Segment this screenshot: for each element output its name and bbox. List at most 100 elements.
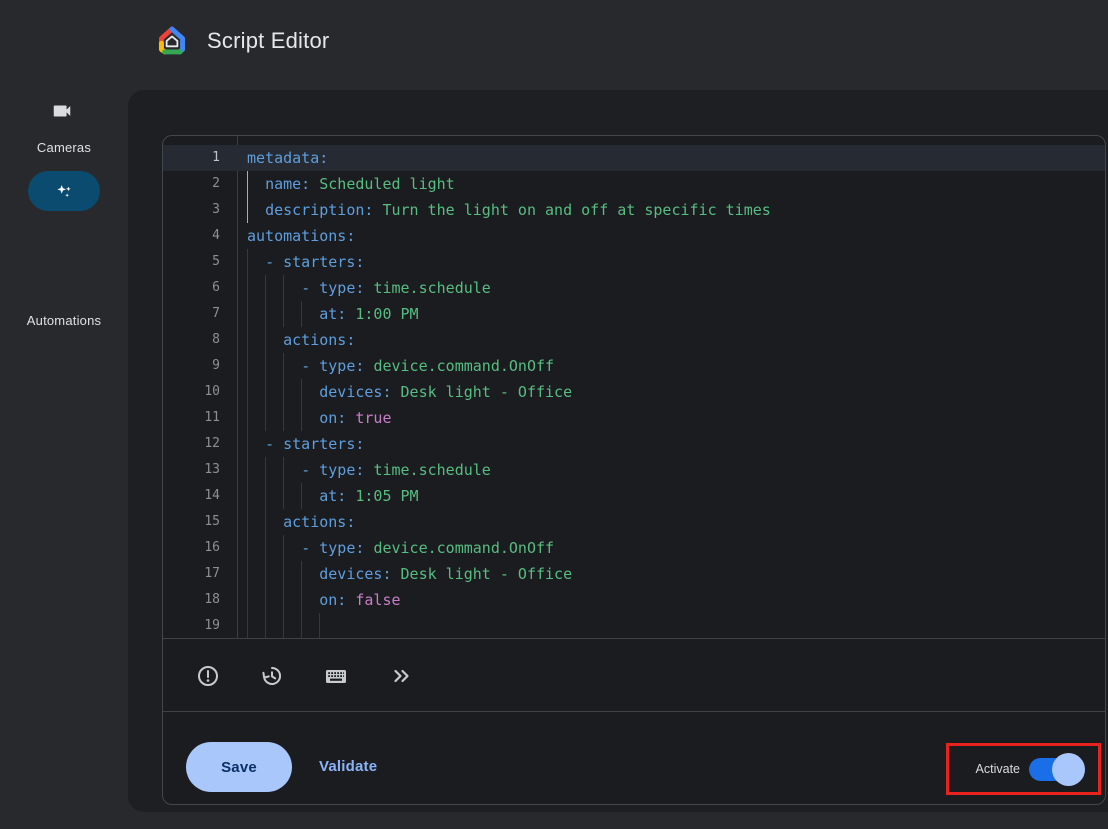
line-number: 14 (163, 483, 237, 509)
indent-guide (265, 587, 266, 613)
code-text: metadata: (237, 145, 1105, 171)
history-icon[interactable] (258, 663, 284, 689)
indent-guide (301, 301, 302, 327)
indent-guide (301, 561, 302, 587)
code-text: automations: (237, 223, 1105, 249)
app-header: Script Editor (0, 0, 1108, 82)
code-text: on: true (237, 405, 1105, 431)
indent-guide (283, 457, 284, 483)
line-number: 17 (163, 561, 237, 587)
code-row[interactable]: 18 on: false (163, 587, 1105, 613)
keyboard-icon[interactable] (323, 663, 349, 689)
editor-footer: Save Validate Activate (163, 711, 1105, 805)
code-text: devices: Desk light - Office (237, 561, 1105, 587)
indent-guide (265, 457, 266, 483)
code-row[interactable]: 17 devices: Desk light - Office (163, 561, 1105, 587)
code-row[interactable]: 6 - type: time.schedule (163, 275, 1105, 301)
activate-toggle[interactable] (1029, 753, 1085, 786)
indent-guide (247, 171, 248, 197)
more-chevrons-icon[interactable] (388, 663, 414, 689)
line-number: 12 (163, 431, 237, 457)
indent-guide (283, 483, 284, 509)
indent-guide (247, 249, 248, 275)
indent-guide (283, 535, 284, 561)
code-text: on: false (237, 587, 1105, 613)
indent-guide (283, 587, 284, 613)
code-text: - starters: (237, 249, 1105, 275)
line-number: 13 (163, 457, 237, 483)
code-text (237, 613, 1105, 638)
indent-guide (283, 613, 284, 638)
code-row[interactable]: 19 (163, 613, 1105, 638)
code-text: actions: (237, 327, 1105, 353)
line-number: 10 (163, 379, 237, 405)
code-text: - type: device.command.OnOff (237, 535, 1105, 561)
code-row[interactable]: 12 - starters: (163, 431, 1105, 457)
code-text: - type: time.schedule (237, 457, 1105, 483)
indent-guide (247, 457, 248, 483)
code-row[interactable]: 13 - type: time.schedule (163, 457, 1105, 483)
indent-guide (247, 483, 248, 509)
code-row[interactable]: 1metadata: (163, 145, 1105, 171)
code-text: at: 1:05 PM (237, 483, 1105, 509)
indent-guide (265, 301, 266, 327)
code-row[interactable]: 11 on: true (163, 405, 1105, 431)
selected-pill (28, 171, 100, 211)
indent-guide (247, 327, 248, 353)
indent-guide (247, 509, 248, 535)
code-row[interactable]: 8 actions: (163, 327, 1105, 353)
problems-icon[interactable] (195, 663, 221, 689)
indent-guide (247, 613, 248, 638)
code-row[interactable]: 5 - starters: (163, 249, 1105, 275)
code-row[interactable]: 3 description: Turn the light on and off… (163, 197, 1105, 223)
code-text: name: Scheduled light (237, 171, 1105, 197)
save-button[interactable]: Save (186, 742, 292, 792)
code-row[interactable]: 4automations: (163, 223, 1105, 249)
indent-guide (283, 405, 284, 431)
code-text: - type: time.schedule (237, 275, 1105, 301)
sidebar: Cameras Automations (0, 82, 128, 829)
indent-guide (247, 431, 248, 457)
sparkle-icon (53, 180, 75, 202)
indent-guide (247, 353, 248, 379)
indent-guide (283, 561, 284, 587)
indent-guide (301, 613, 302, 638)
activate-label: Activate (976, 762, 1020, 776)
sidebar-item-automations[interactable]: Automations (0, 171, 128, 251)
validate-button[interactable]: Validate (319, 742, 377, 792)
indent-guide (265, 535, 266, 561)
sidebar-item-cameras[interactable]: Cameras (0, 82, 128, 162)
indent-guide (265, 613, 266, 638)
code-text: description: Turn the light on and off a… (237, 197, 1105, 223)
indent-guide (247, 379, 248, 405)
code-row[interactable]: 15 actions: (163, 509, 1105, 535)
google-home-logo-icon (158, 25, 186, 56)
line-number: 4 (163, 223, 237, 249)
code-row[interactable]: 16 - type: device.command.OnOff (163, 535, 1105, 561)
line-number: 16 (163, 535, 237, 561)
indent-guide (265, 353, 266, 379)
line-number: 11 (163, 405, 237, 431)
code-text: actions: (237, 509, 1105, 535)
indent-guide (247, 587, 248, 613)
code-row[interactable]: 14 at: 1:05 PM (163, 483, 1105, 509)
indent-guide (319, 613, 320, 638)
code-editor[interactable]: 1metadata:2 name: Scheduled light3 descr… (163, 136, 1105, 638)
line-number: 15 (163, 509, 237, 535)
page-title: Script Editor (207, 28, 329, 54)
indent-guide (283, 275, 284, 301)
code-row[interactable]: 10 devices: Desk light - Office (163, 379, 1105, 405)
indent-guide (247, 405, 248, 431)
code-row[interactable]: 9 - type: device.command.OnOff (163, 353, 1105, 379)
indent-guide (301, 405, 302, 431)
sidebar-item-label: Automations (0, 313, 128, 328)
code-row[interactable]: 7 at: 1:00 PM (163, 301, 1105, 327)
line-number: 9 (163, 353, 237, 379)
line-number: 7 (163, 301, 237, 327)
code-row[interactable]: 2 name: Scheduled light (163, 171, 1105, 197)
indent-guide (247, 301, 248, 327)
line-number: 2 (163, 171, 237, 197)
code-lines: 1metadata:2 name: Scheduled light3 descr… (163, 145, 1105, 638)
line-number: 18 (163, 587, 237, 613)
line-number: 1 (163, 145, 237, 171)
